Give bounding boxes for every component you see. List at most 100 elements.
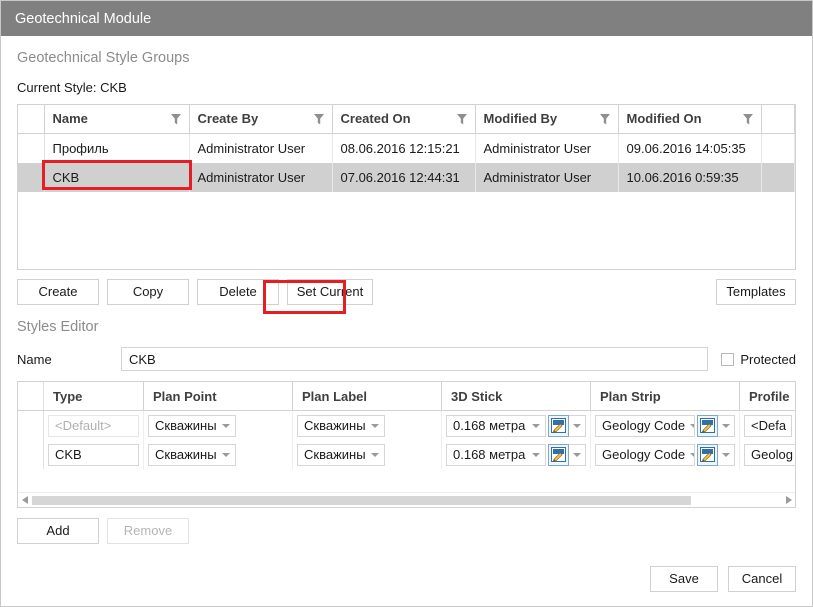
plan-strip-split-button[interactable] [718,414,735,437]
profile-combo[interactable]: Geolog [744,443,795,466]
type-input[interactable]: <Default> [48,414,139,437]
cell-plan-label[interactable]: Скважины [293,440,442,469]
cell-plan-point[interactable]: Скважины [144,440,293,469]
column-header-name[interactable]: Name [44,105,190,134]
horizontal-scrollbar[interactable] [18,492,795,507]
plan-strip-value: Geology Code [602,447,686,462]
templates-button[interactable]: Templates [716,279,796,305]
cell-modified-by: Administrator User [475,163,619,192]
cell-filler [761,133,795,163]
window-titlebar: Geotechnical Module [1,1,812,36]
table-row[interactable]: CKB Administrator User 07.06.2016 12:44:… [18,163,795,192]
chevron-down-icon [722,423,730,428]
type-input[interactable]: CKB [48,443,139,466]
edit-pencil-icon[interactable] [548,414,569,437]
save-button[interactable]: Save [650,566,718,592]
column-header-profile[interactable]: Profile [740,382,795,410]
cell-plan-point[interactable]: Скважины [144,411,293,440]
styles-editor-header-row: Type Plan Point Plan Label 3D Stick Plan… [18,382,795,411]
cell-filler [761,163,795,192]
stick-3d-split-button[interactable] [569,443,586,466]
row-selector-cell[interactable] [18,440,44,469]
cell-profile[interactable]: <Defa [740,411,795,440]
cell-plan-strip[interactable]: Geology Code [591,411,740,440]
style-name-input[interactable] [121,347,709,371]
column-header-filler [761,105,795,134]
filter-icon[interactable] [599,113,610,125]
edit-pencil-icon[interactable] [697,414,718,437]
scroll-left-arrow-icon[interactable] [18,493,32,508]
geotechnical-module-window: Geotechnical Module Geotechnical Style G… [0,0,813,607]
delete-button[interactable]: Delete [197,279,279,305]
column-header-3d-stick[interactable]: 3D Stick [442,382,591,410]
plan-point-combo[interactable]: Скважины [148,443,236,466]
table-row[interactable]: Профиль Administrator User 08.06.2016 12… [18,133,795,163]
scrollbar-thumb[interactable] [32,495,692,505]
scroll-right-arrow-icon[interactable] [781,493,795,508]
add-button[interactable]: Add [17,518,99,544]
column-header-type[interactable]: Type [44,382,144,410]
row-selector-cell[interactable] [18,411,44,440]
plan-strip-combo[interactable]: Geology Code [595,443,695,466]
protected-label: Protected [740,351,796,367]
cell-profile[interactable]: Geolog [740,440,795,469]
stick-3d-split-button[interactable] [569,414,586,437]
chevron-down-icon [573,452,581,457]
style-groups-grid[interactable]: Name Create By Created On Modified By Mo… [17,104,796,270]
window-title: Geotechnical Module [15,10,152,27]
filter-icon[interactable] [170,113,181,125]
column-header-modified-by[interactable]: Modified By [475,105,619,134]
cell-3d-stick[interactable]: 0.168 метра [442,440,591,469]
styles-editor-row[interactable]: CKB Скважины Скважины 0.168 метра Geolog… [18,440,795,469]
cell-created-on: 08.06.2016 12:15:21 [332,133,476,163]
profile-combo[interactable]: <Defa [744,414,793,437]
copy-button[interactable]: Copy [107,279,189,305]
cell-plan-strip[interactable]: Geology Code [591,440,740,469]
row-selector-cell[interactable] [18,163,45,192]
dialog-footer: Save Cancel [650,566,796,592]
plan-point-combo[interactable]: Скважины [148,414,236,437]
styles-editor-row[interactable]: <Default> Скважины Скважины 0.168 метра … [18,411,795,440]
cancel-button[interactable]: Cancel [728,566,796,592]
chevron-down-icon [370,452,379,457]
edit-pencil-icon[interactable] [548,443,569,466]
current-style-label: Current Style: CKB [17,80,127,95]
chevron-down-icon [690,423,694,428]
plan-strip-combo[interactable]: Geology Code [595,414,695,437]
filter-icon[interactable] [742,113,753,125]
edit-pencil-icon[interactable] [697,443,718,466]
row-selector-cell[interactable] [18,133,45,163]
stick-3d-combo[interactable]: 0.168 метра [446,414,546,437]
cell-type[interactable]: CKB [44,440,144,469]
column-header-modified-on[interactable]: Modified On [618,105,762,134]
column-header-plan-label[interactable]: Plan Label [293,382,442,410]
set-current-button[interactable]: Set Current [287,279,373,305]
column-header-plan-strip[interactable]: Plan Strip [591,382,740,410]
scrollbar-track[interactable] [32,495,781,505]
cell-type[interactable]: <Default> [44,411,144,440]
plan-label-combo[interactable]: Скважины [297,443,385,466]
plan-strip-split-button[interactable] [718,443,735,466]
cell-plan-label[interactable]: Скважины [293,411,442,440]
style-name-label: Name [17,351,52,367]
cell-3d-stick[interactable]: 0.168 метра [442,411,591,440]
chevron-down-icon [370,423,379,428]
dialog-body: Geotechnical Style Groups Current Style:… [1,36,812,606]
protected-checkbox-wrap[interactable]: Protected [721,352,796,367]
style-groups-toolbar: Create Copy Delete Set Current Templates [17,279,796,305]
cell-create-by: Administrator User [189,133,333,163]
cell-created-on: 07.06.2016 12:44:31 [332,163,476,192]
protected-checkbox[interactable] [721,352,735,366]
column-header-plan-point[interactable]: Plan Point [144,382,293,410]
chevron-down-icon [532,423,540,428]
plan-label-combo[interactable]: Скважины [297,414,385,437]
styles-editor-heading: Styles Editor [17,319,99,335]
styles-editor-grid[interactable]: Type Plan Point Plan Label 3D Stick Plan… [17,381,796,508]
cell-modified-on: 10.06.2016 0:59:35 [618,163,762,192]
stick-3d-combo[interactable]: 0.168 метра [446,443,546,466]
create-button[interactable]: Create [17,279,99,305]
filter-icon[interactable] [313,113,324,125]
filter-icon[interactable] [456,113,467,125]
column-header-create-by[interactable]: Create By [189,105,333,134]
column-header-created-on[interactable]: Created On [332,105,476,134]
